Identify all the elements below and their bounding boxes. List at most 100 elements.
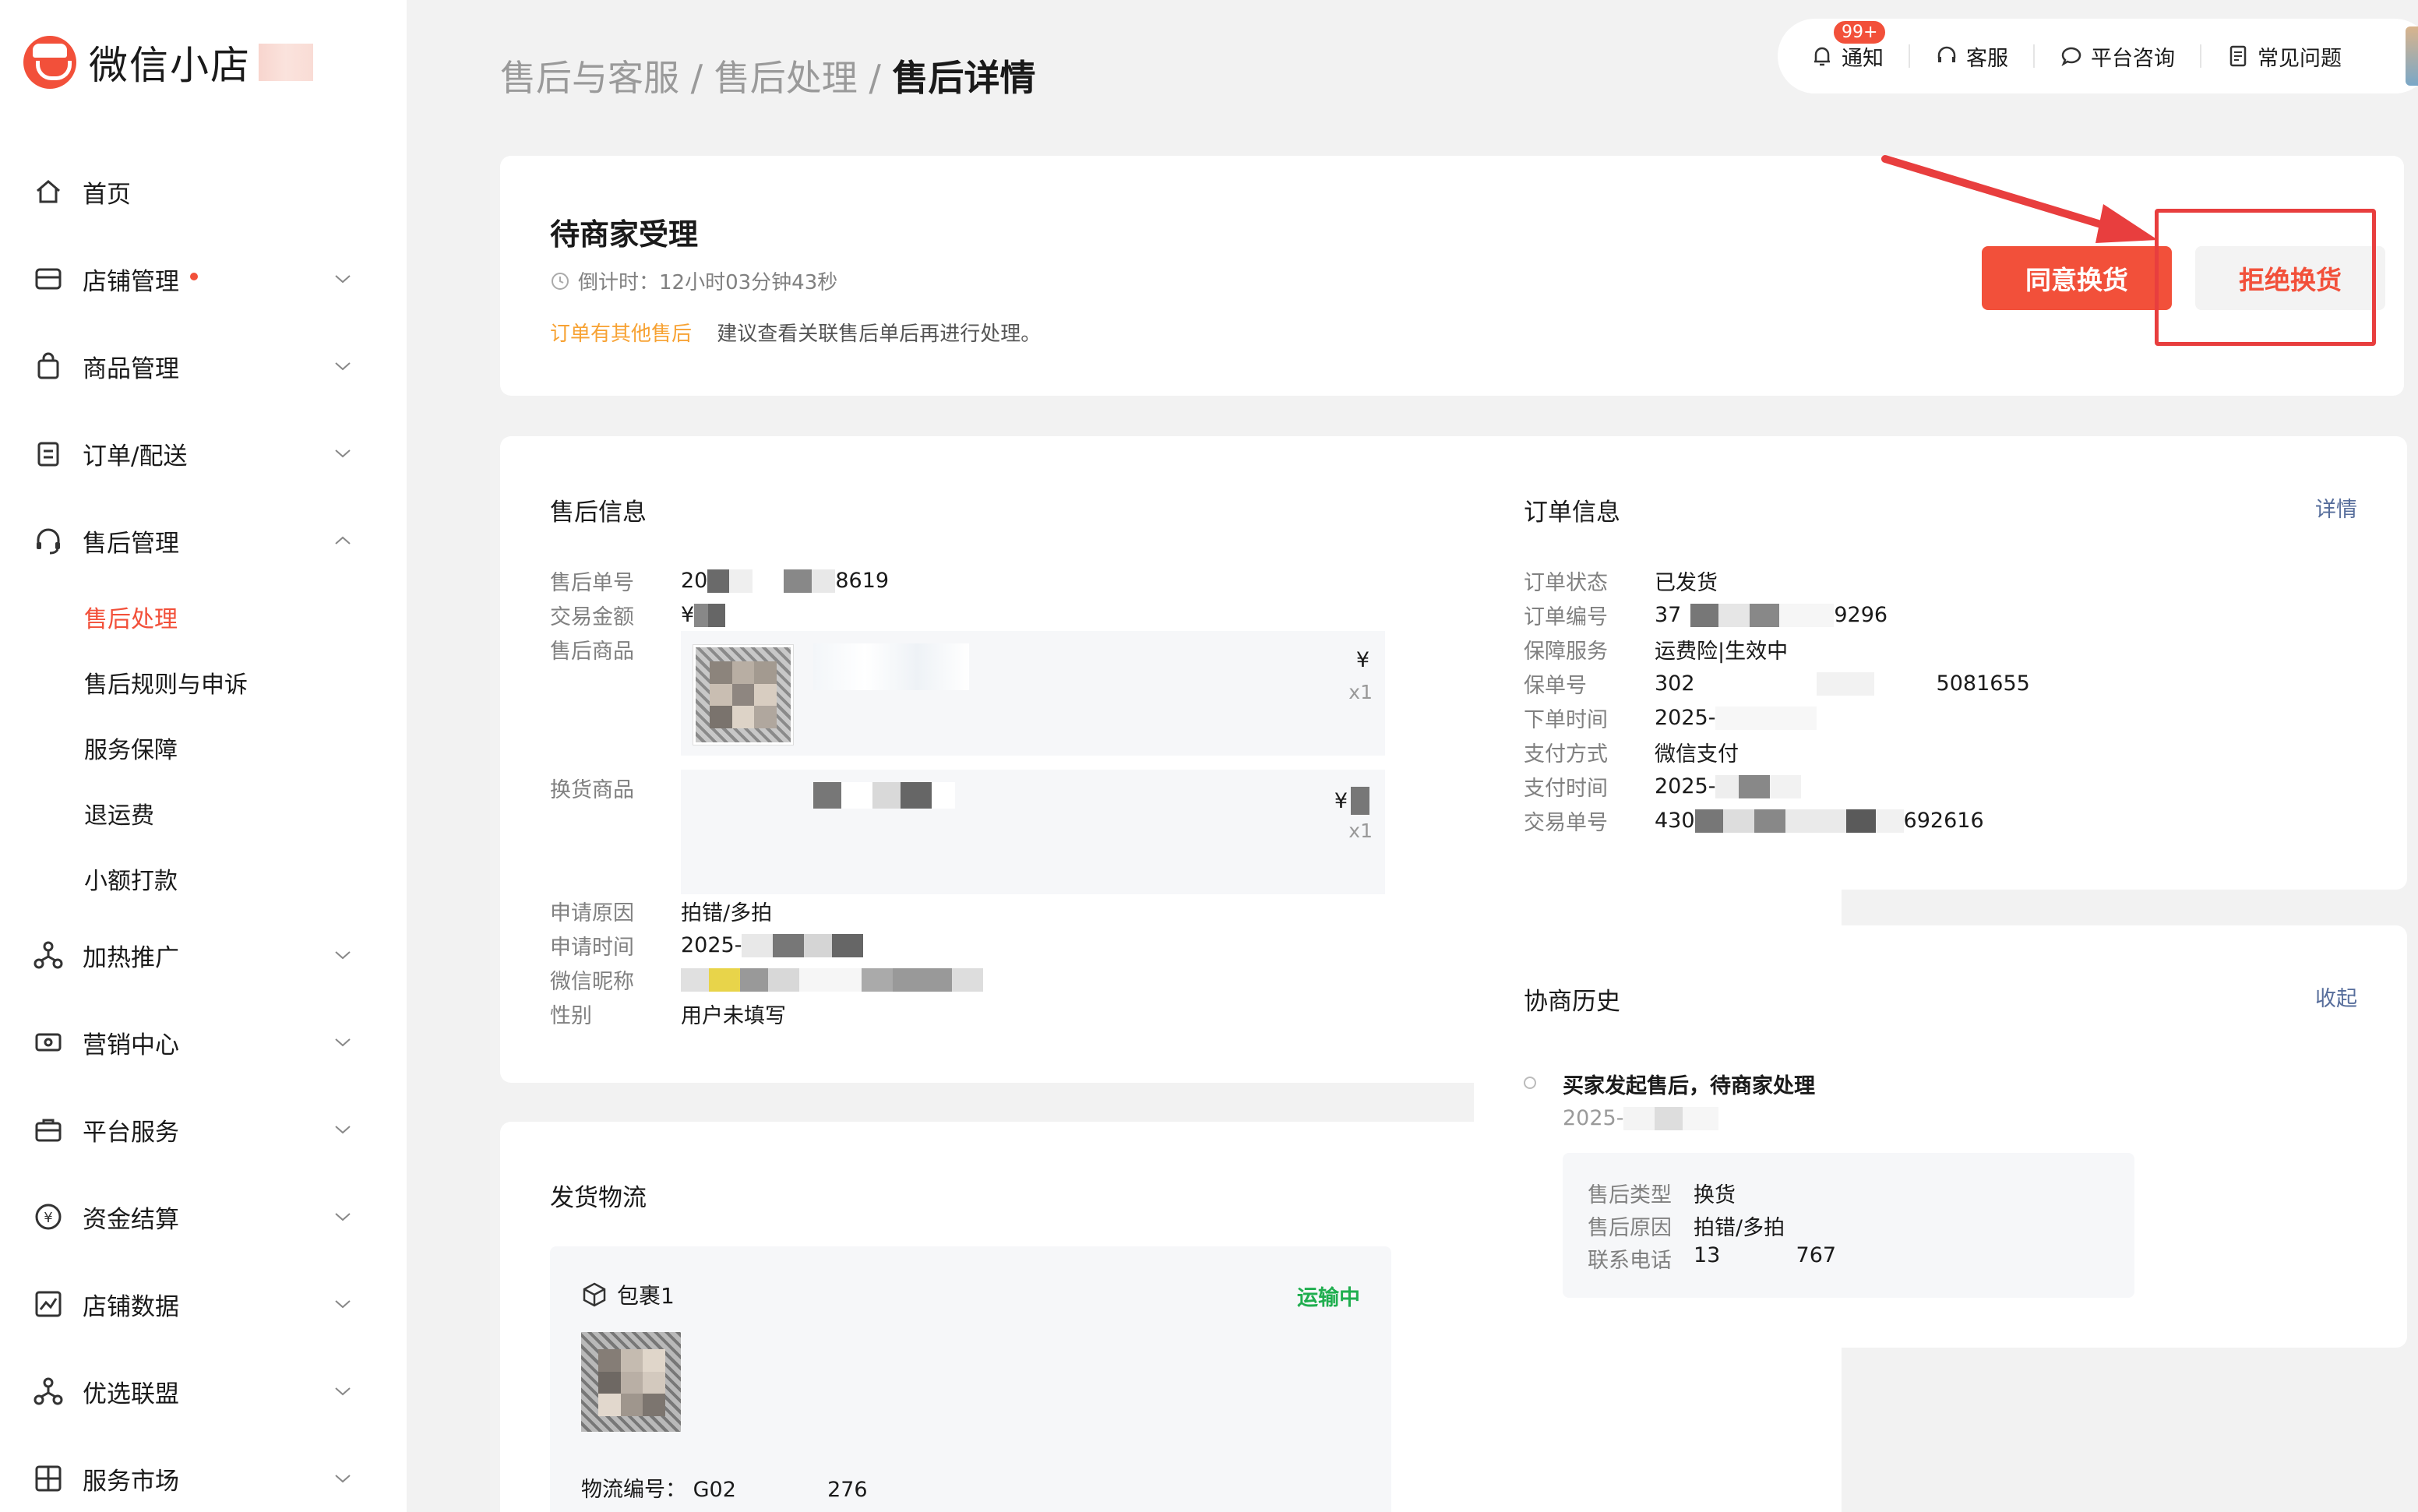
product-row: 售后商品 xyxy=(550,634,681,664)
sidebar-item-label: 首页 xyxy=(83,180,131,209)
policy-no-row: 保单号 302 5081655 xyxy=(1524,668,2030,699)
breadcrumb-separator: / xyxy=(869,57,881,99)
sidebar-item-home[interactable]: 首页 xyxy=(0,148,407,235)
submenu-rules-appeals[interactable]: 售后规则与申诉 xyxy=(0,650,407,715)
redacted-block xyxy=(1754,809,1785,833)
field-label: 申请原因 xyxy=(550,901,634,925)
sidebar-item-platform-service[interactable]: 平台服务 xyxy=(0,1086,407,1173)
redacted-block xyxy=(1718,603,1750,627)
platform-consult-label: 平台咨询 xyxy=(2091,46,2175,71)
aftersale-reason-row: 售后原因 拍错/多拍 xyxy=(1588,1211,1785,1241)
submenu-aftersale-processing[interactable]: 售后处理 xyxy=(0,584,407,650)
avatar[interactable] xyxy=(2406,26,2418,86)
submenu-service-guarantee[interactable]: 服务保障 xyxy=(0,715,407,781)
sidebar-item-aftersale[interactable]: 售后管理 xyxy=(0,497,407,584)
sidebar-item-promotion[interactable]: 加热推广 xyxy=(0,911,407,999)
redacted-block xyxy=(872,782,901,809)
redacted-block xyxy=(799,967,862,992)
breadcrumb: 售后与客服 / 售后处理 / 售后详情 xyxy=(500,50,1036,101)
page-title: 售后详情 xyxy=(892,57,1036,99)
redacted-block xyxy=(1770,774,1802,798)
clock-icon xyxy=(552,272,569,290)
redacted-block xyxy=(1715,774,1739,798)
collapse-link[interactable]: 收起 xyxy=(2315,982,2357,1012)
redacted-block xyxy=(784,569,812,593)
sidebar-item-products[interactable]: 商品管理 xyxy=(0,322,407,410)
redacted-block xyxy=(753,569,784,593)
value-prefix: 2025- xyxy=(1563,1106,1624,1130)
order-time-row: 下单时间 2025- xyxy=(1524,703,1817,733)
order-time-value: 2025- xyxy=(1655,703,1817,733)
submenu-return-shipping[interactable]: 退运费 xyxy=(0,781,407,846)
redacted-block xyxy=(1694,809,1723,833)
redacted-block xyxy=(709,967,740,992)
sidebar-item-orders[interactable]: 订单/配送 xyxy=(0,410,407,497)
value-suffix: 9296 xyxy=(1834,603,1888,627)
app-logo[interactable]: 微信小店 xyxy=(23,34,313,90)
app-name: 微信小店 xyxy=(89,43,251,88)
divider xyxy=(2033,44,2035,68)
aftersale-product-item[interactable]: ¥ x1 xyxy=(681,631,1385,756)
sidebar-item-finance[interactable]: ¥ 资金结算 xyxy=(0,1173,407,1260)
redacted-block xyxy=(768,967,799,992)
negotiation-history-panel: 协商历史 收起 买家发起售后，待商家处理 2025- 售后类型 换货 售后原因 … xyxy=(1474,925,2407,1348)
countdown-value: 12小时03分钟43秒 xyxy=(659,271,838,294)
contact-phone-row: 联系电话 13 767 xyxy=(1588,1243,1836,1274)
sidebar-item-marketing[interactable]: 营销中心 xyxy=(0,999,407,1086)
platform-consult-button[interactable]: 平台咨询 xyxy=(2060,41,2175,72)
chat-bubble-icon xyxy=(2061,47,2081,66)
apply-time-value: 2025- xyxy=(681,930,864,960)
redacted-title xyxy=(813,782,955,809)
history-time: 2025- xyxy=(1563,1106,1719,1130)
redacted-block xyxy=(841,782,872,809)
sidebar-item-label: 商品管理 xyxy=(83,354,179,383)
sidebar-item-store[interactable]: 店铺管理 xyxy=(0,235,407,322)
order-no-row: 订单编号 37 9296 xyxy=(1524,600,1888,630)
field-label: 支付方式 xyxy=(1524,742,1608,767)
redacted-block xyxy=(893,967,952,992)
exchange-product-item[interactable]: ¥ x1 xyxy=(681,770,1385,894)
sidebar-item-label: 服务市场 xyxy=(83,1467,179,1496)
ticket-icon xyxy=(33,1027,64,1058)
shop-name-redacted xyxy=(259,44,313,81)
sidebar-item-label: 资金结算 xyxy=(83,1205,179,1234)
sidebar-item-data[interactable]: 店铺数据 xyxy=(0,1260,407,1348)
notification-button[interactable]: 通知 99+ xyxy=(1810,19,1888,72)
related-aftersale-link[interactable]: 订单有其他售后 xyxy=(550,322,692,346)
notification-label: 通知 xyxy=(1842,46,1884,71)
redacted-block xyxy=(1690,603,1719,627)
breadcrumb-aftersale-service[interactable]: 售后与客服 xyxy=(500,57,679,99)
order-detail-link[interactable]: 详情 xyxy=(2315,492,2357,523)
aftersale-no-value: 20 8619 xyxy=(681,566,889,596)
chevron-down-icon xyxy=(335,1475,351,1483)
redacted-block xyxy=(1722,809,1754,833)
gender-value: 用户未填写 xyxy=(681,1004,786,1028)
breadcrumb-aftersale-processing[interactable]: 售后处理 xyxy=(714,57,858,99)
field-label: 换货商品 xyxy=(550,778,634,802)
redacted-block xyxy=(1739,774,1771,798)
order-status-row: 订单状态 已发货 xyxy=(1524,566,1718,596)
order-no-value: 37 9296 xyxy=(1655,600,1888,630)
redacted-block xyxy=(1873,671,1937,696)
sidebar-item-service-market[interactable]: 服务市场 xyxy=(0,1435,407,1512)
headset-icon xyxy=(1937,46,1956,62)
customer-service-button[interactable]: 客服 xyxy=(1935,41,2008,72)
pay-time-row: 支付时间 2025- xyxy=(1524,771,1802,802)
order-status-value: 已发货 xyxy=(1655,571,1718,595)
sidebar-item-label: 优选联盟 xyxy=(83,1380,179,1408)
field-label: 售后类型 xyxy=(1588,1183,1672,1207)
value-prefix: 37 xyxy=(1655,603,1682,627)
faq-button[interactable]: 常见问题 xyxy=(2226,41,2342,72)
annotation-highlight-box xyxy=(2155,209,2376,346)
agree-exchange-button[interactable]: 同意换货 xyxy=(1982,246,2172,310)
transaction-no-value: 430 692616 xyxy=(1655,805,1984,836)
value-suffix: 276 xyxy=(827,1478,868,1502)
field-label: 订单编号 xyxy=(1524,605,1608,629)
pay-time-value: 2025- xyxy=(1655,771,1802,802)
redacted-block xyxy=(804,933,833,957)
sidebar-item-alliance[interactable]: 优选联盟 xyxy=(0,1348,407,1435)
redacted-block xyxy=(1845,809,1876,833)
submenu-small-payment[interactable]: 小额打款 xyxy=(0,846,407,911)
field-label: 售后原因 xyxy=(1588,1216,1672,1240)
document-icon xyxy=(2229,45,2247,67)
